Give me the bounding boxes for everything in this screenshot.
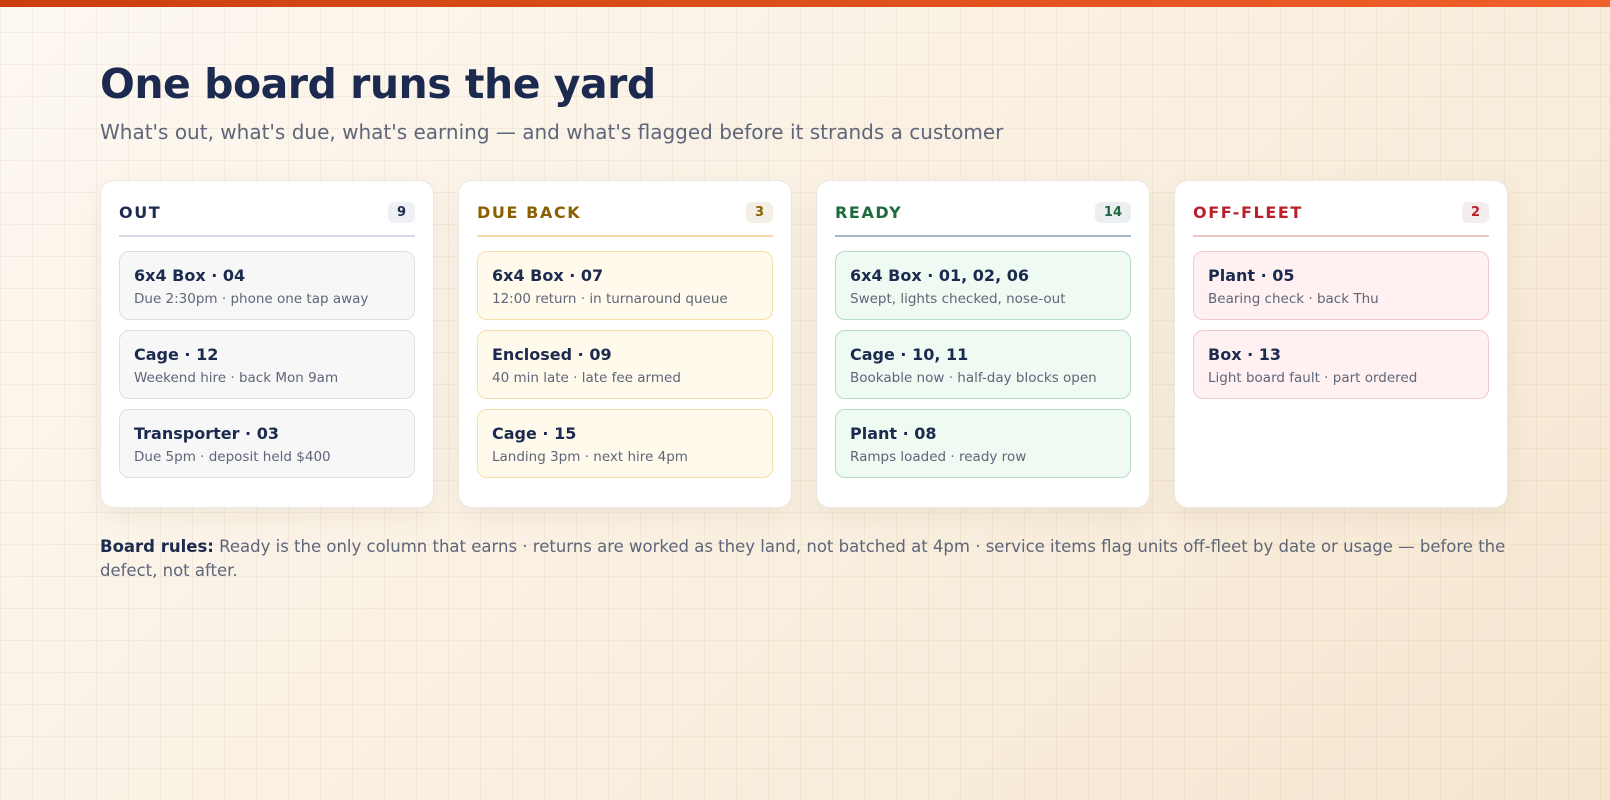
column-count-badge: 14	[1094, 201, 1131, 223]
unit-card[interactable]: 6x4 Box · 07 12:00 return · in turnaroun…	[477, 251, 773, 320]
card-subtitle: Due 2:30pm · phone one tap away	[134, 291, 369, 307]
card-subtitle: Bearing check · back Thu	[1208, 291, 1379, 307]
card-subtitle: 40 min late · late fee armed	[492, 370, 681, 386]
main-content: One board runs the yard What's out, what…	[100, 56, 1510, 583]
board-rules-text: Ready is the only column that earns · re…	[100, 537, 1506, 580]
column-ready: READY 14 6x4 Box · 01, 02, 06 Swept, lig…	[816, 180, 1150, 508]
card-list: 6x4 Box · 04 Due 2:30pm · phone one tap …	[119, 251, 415, 478]
column-title: OUT	[119, 202, 162, 222]
card-list: 6x4 Box · 07 12:00 return · in turnaroun…	[477, 251, 773, 478]
card-subtitle: Light board fault · part ordered	[1208, 370, 1418, 386]
column-title: OFF-FLEET	[1193, 202, 1303, 222]
unit-card[interactable]: Box · 13 Light board fault · part ordere…	[1193, 330, 1489, 399]
card-subtitle: Landing 3pm · next hire 4pm	[492, 449, 688, 465]
column-count-badge: 2	[1461, 201, 1489, 223]
card-subtitle: Ramps loaded · ready row	[850, 449, 1027, 465]
card-subtitle: Swept, lights checked, nose-out	[850, 291, 1066, 307]
board-rules: Board rules: Ready is the only column th…	[100, 535, 1510, 583]
unit-card[interactable]: 6x4 Box · 01, 02, 06 Swept, lights check…	[835, 251, 1131, 320]
card-title: 6x4 Box · 04	[134, 266, 246, 285]
column-header: DUE BACK 3	[477, 199, 773, 237]
card-subtitle: Weekend hire · back Mon 9am	[134, 370, 339, 386]
card-subtitle: 12:00 return · in turnaround queue	[492, 291, 728, 307]
unit-card[interactable]: Cage · 12 Weekend hire · back Mon 9am	[119, 330, 415, 399]
top-accent-bar	[0, 0, 1610, 7]
column-header: OUT 9	[119, 199, 415, 237]
card-title: Cage · 15	[492, 424, 577, 443]
board-rules-label: Board rules:	[100, 537, 214, 556]
unit-card[interactable]: Transporter · 03 Due 5pm · deposit held …	[119, 409, 415, 478]
column-out: OUT 9 6x4 Box · 04 Due 2:30pm · phone on…	[100, 180, 434, 508]
card-title: 6x4 Box · 07	[492, 266, 604, 285]
column-title: READY	[835, 202, 903, 222]
unit-card[interactable]: Enclosed · 09 40 min late · late fee arm…	[477, 330, 773, 399]
unit-card[interactable]: Cage · 15 Landing 3pm · next hire 4pm	[477, 409, 773, 478]
card-title: Cage · 12	[134, 345, 219, 364]
column-count-badge: 9	[387, 201, 415, 223]
column-header: READY 14	[835, 199, 1131, 237]
card-title: 6x4 Box · 01, 02, 06	[850, 266, 1029, 285]
column-title: DUE BACK	[477, 202, 582, 222]
column-off-fleet: OFF-FLEET 2 Plant · 05 Bearing check · b…	[1174, 180, 1508, 508]
unit-card[interactable]: 6x4 Box · 04 Due 2:30pm · phone one tap …	[119, 251, 415, 320]
unit-card[interactable]: Plant · 08 Ramps loaded · ready row	[835, 409, 1131, 478]
page-subtitle: What's out, what's due, what's earning —…	[100, 120, 1004, 144]
card-title: Transporter · 03	[134, 424, 279, 443]
kanban-board: OUT 9 6x4 Box · 04 Due 2:30pm · phone on…	[100, 180, 1510, 508]
card-title: Cage · 10, 11	[850, 345, 969, 364]
card-title: Box · 13	[1208, 345, 1281, 364]
unit-card[interactable]: Plant · 05 Bearing check · back Thu	[1193, 251, 1489, 320]
card-list: Plant · 05 Bearing check · back Thu Box …	[1193, 251, 1489, 399]
page-title: One board runs the yard	[100, 60, 656, 108]
column-header: OFF-FLEET 2	[1193, 199, 1489, 237]
card-title: Plant · 05	[1208, 266, 1295, 285]
card-list: 6x4 Box · 01, 02, 06 Swept, lights check…	[835, 251, 1131, 478]
column-count-badge: 3	[745, 201, 773, 223]
unit-card[interactable]: Cage · 10, 11 Bookable now · half-day bl…	[835, 330, 1131, 399]
card-subtitle: Due 5pm · deposit held $400	[134, 449, 331, 465]
column-due-back: DUE BACK 3 6x4 Box · 07 12:00 return · i…	[458, 180, 792, 508]
card-subtitle: Bookable now · half-day blocks open	[850, 370, 1097, 386]
card-title: Plant · 08	[850, 424, 937, 443]
card-title: Enclosed · 09	[492, 345, 612, 364]
